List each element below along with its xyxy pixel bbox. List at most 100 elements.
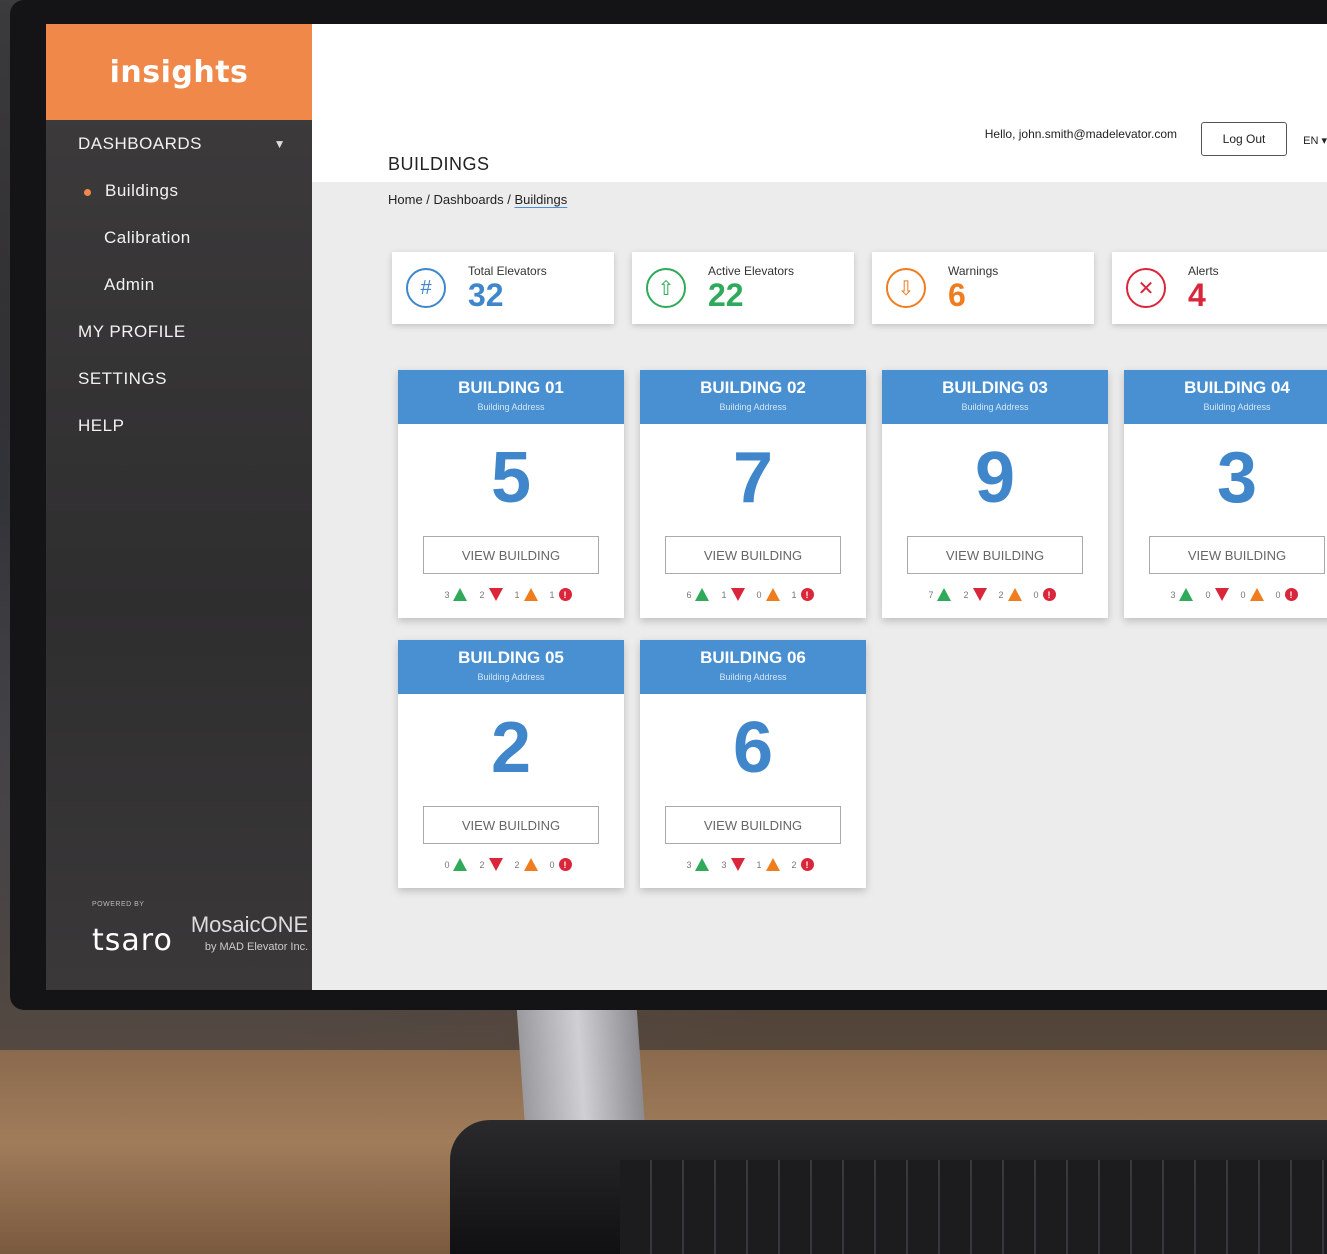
warning-triangle-icon: [765, 858, 780, 871]
breadcrumb: Home / Dashboards / Buildings: [388, 192, 567, 207]
triangle-down-icon: [488, 858, 503, 871]
alert-count: 1: [549, 589, 555, 600]
stat-card-alerts: ✕ Alerts 4: [1112, 252, 1327, 324]
warning-count: 1: [756, 859, 762, 870]
building-address: Building Address: [477, 402, 545, 412]
stat-card-active: ⇧ Active Elevators 22: [632, 252, 854, 324]
warning-count: 2: [514, 859, 520, 870]
sidebar-nav: DASHBOARDS ▼ Buildings Calibration Admin…: [46, 120, 312, 449]
sidebar-item-help[interactable]: HELP: [46, 402, 312, 449]
stats-row: # Total Elevators 32 ⇧ Active Elevators …: [392, 252, 1327, 324]
triangle-down-icon: [1214, 588, 1229, 601]
sidebar-item-label: HELP: [78, 415, 125, 435]
sidebar-item-label: Calibration: [104, 227, 191, 247]
building-card: BUILDING 02 Building Address 7 VIEW BUIL…: [640, 370, 866, 618]
building-indicators: 3 3 1 2!: [640, 858, 866, 871]
triangle-down-icon: [488, 588, 503, 601]
building-header: BUILDING 05 Building Address: [398, 640, 624, 694]
building-elevator-count: 5: [490, 438, 532, 518]
warning-triangle-icon: [523, 858, 538, 871]
language-value: EN: [1303, 135, 1319, 147]
arrow-down-icon: ⇩: [886, 268, 926, 308]
down-count: 1: [721, 589, 727, 600]
building-name: BUILDING 02: [700, 378, 806, 397]
building-indicators: 0 2 2 0!: [398, 858, 624, 871]
chevron-down-icon: ▾: [1321, 135, 1327, 147]
stat-label: Alerts: [1188, 264, 1219, 278]
sidebar-item-admin[interactable]: Admin: [46, 261, 312, 308]
down-count: 2: [479, 589, 485, 600]
view-building-button[interactable]: VIEW BUILDING: [1149, 536, 1325, 574]
user-greeting: Hello, john.smith@madelevator.com: [984, 127, 1177, 141]
stat-label: Active Elevators: [708, 264, 795, 278]
building-card: BUILDING 06 Building Address 6 VIEW BUIL…: [640, 640, 866, 888]
building-elevator-count: 3: [1216, 438, 1258, 518]
view-building-button[interactable]: VIEW BUILDING: [907, 536, 1083, 574]
up-count: 6: [686, 589, 692, 600]
stat-label: Warnings: [948, 264, 999, 278]
view-building-button[interactable]: VIEW BUILDING: [665, 536, 841, 574]
warning-count: 2: [998, 589, 1004, 600]
building-name: BUILDING 06: [700, 648, 806, 667]
down-count: 0: [1205, 589, 1211, 600]
page-title: BUILDINGS: [388, 154, 490, 174]
building-elevator-count: 2: [490, 708, 532, 788]
stat-card-warnings: ⇩ Warnings 6: [872, 252, 1094, 324]
building-header: BUILDING 04 Building Address: [1124, 370, 1327, 424]
sidebar-item-label: SETTINGS: [78, 368, 168, 388]
building-header: BUILDING 06 Building Address: [640, 640, 866, 694]
sidebar-item-buildings[interactable]: Buildings: [46, 167, 312, 214]
triangle-up-icon: [453, 588, 468, 601]
triangle-up-icon: [937, 588, 952, 601]
alert-count: 2: [791, 859, 797, 870]
view-building-button[interactable]: VIEW BUILDING: [423, 536, 599, 574]
building-address: Building Address: [961, 402, 1029, 412]
stat-card-total: # Total Elevators 32: [392, 252, 614, 324]
breadcrumb-current: Buildings: [514, 192, 568, 207]
building-card: BUILDING 04 Building Address 3 VIEW BUIL…: [1124, 370, 1327, 618]
alert-icon: !: [1284, 588, 1298, 601]
triangle-down-icon: [730, 858, 745, 871]
mosaicone-logo: MosaicONE by MAD Elevator Inc.: [191, 914, 308, 958]
breadcrumb-home[interactable]: Home: [388, 192, 423, 207]
chevron-down-icon: ▼: [273, 136, 286, 151]
warning-count: 1: [514, 589, 520, 600]
building-card: BUILDING 01 Building Address 5 VIEW BUIL…: [398, 370, 624, 618]
mosaicone-sub: by MAD Elevator Inc.: [204, 941, 309, 953]
building-indicators: 6 1 0 1!: [640, 588, 866, 601]
sidebar-item-label: Buildings: [105, 180, 179, 200]
building-indicators: 3 2 1 1!: [398, 588, 624, 601]
hash-icon: #: [406, 268, 446, 308]
warning-count: 0: [756, 589, 762, 600]
triangle-up-icon: [453, 858, 468, 871]
view-building-button[interactable]: VIEW BUILDING: [423, 806, 599, 844]
view-building-button[interactable]: VIEW BUILDING: [665, 806, 841, 844]
building-address: Building Address: [719, 672, 787, 682]
building-address: Building Address: [719, 402, 787, 412]
tsaro-logo: tsaro: [92, 923, 173, 958]
logout-button[interactable]: Log Out: [1201, 122, 1287, 156]
sidebar-item-settings[interactable]: SETTINGS: [46, 355, 312, 402]
building-name: BUILDING 01: [458, 378, 564, 397]
alert-count: 0: [549, 859, 555, 870]
x-circle-icon: ✕: [1126, 268, 1166, 308]
alert-count: 1: [791, 589, 797, 600]
sidebar-item-label: DASHBOARDS: [78, 133, 203, 153]
sidebar-item-dashboards[interactable]: DASHBOARDS ▼: [46, 120, 312, 167]
alert-icon: !: [800, 858, 814, 871]
sidebar-item-my-profile[interactable]: MY PROFILE: [46, 308, 312, 355]
logo-bar[interactable]: insights: [46, 24, 312, 120]
alert-count: 0: [1033, 589, 1039, 600]
down-count: 2: [479, 859, 485, 870]
monitor: insights DASHBOARDS ▼ Buildings Calibrat…: [10, 0, 1327, 1010]
warning-triangle-icon: [1249, 588, 1264, 601]
building-header: BUILDING 03 Building Address: [882, 370, 1108, 424]
building-name: BUILDING 03: [942, 378, 1048, 397]
up-count: 7: [928, 589, 934, 600]
sidebar-item-calibration[interactable]: Calibration: [46, 214, 312, 261]
language-select[interactable]: EN ▾: [1303, 134, 1327, 147]
breadcrumb-dashboards[interactable]: Dashboards: [434, 192, 504, 207]
triangle-up-icon: [695, 858, 710, 871]
alert-icon: !: [1042, 588, 1056, 601]
building-name: BUILDING 05: [458, 648, 564, 667]
